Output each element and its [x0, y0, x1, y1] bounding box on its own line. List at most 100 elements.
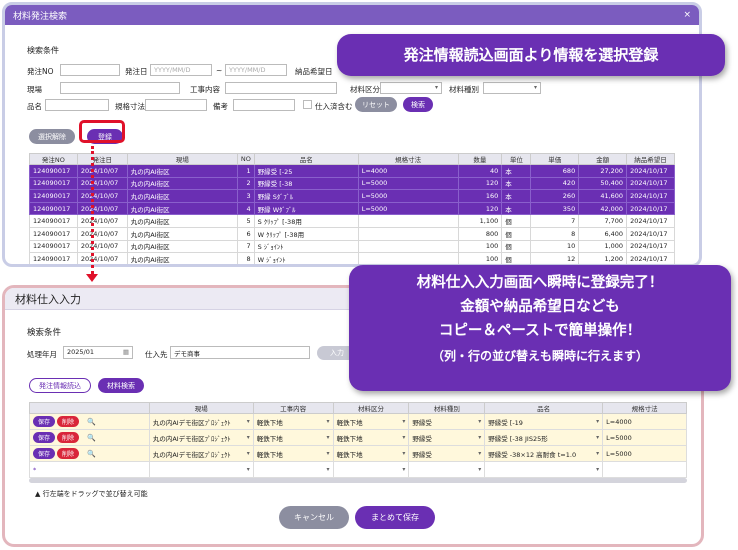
- table-cell[interactable]: 軽鉄下地: [252, 445, 334, 462]
- row-save-button[interactable]: 保存: [33, 416, 56, 427]
- table-row[interactable]: 124090017 2024/10/07 丸の内AI街区 5 S ｸﾘｯﾌﾟ [-38用…: [29, 214, 675, 228]
- table-cell: 120: [457, 201, 503, 216]
- table-cell[interactable]: 野縁受: [408, 413, 486, 430]
- column-header[interactable]: 品名: [484, 402, 604, 414]
- table-cell[interactable]: L=5000: [602, 445, 687, 462]
- material-search-button[interactable]: 材料検索: [98, 378, 144, 393]
- supplier-input[interactable]: デモ商事: [170, 346, 310, 359]
- spec-input[interactable]: [145, 99, 207, 111]
- table-cell[interactable]: 丸の内AIデモ街区ﾌﾟﾛｼﾞｪｸﾄ: [148, 445, 254, 462]
- table-cell: 2024/10/07: [76, 164, 128, 178]
- order-no-input[interactable]: [60, 64, 120, 76]
- site-input[interactable]: [60, 82, 180, 94]
- table-cell: 350: [530, 201, 580, 216]
- table-row[interactable]: 124090017 2024/10/07 丸の内AI街区 8 W ｼﾞｮｲﾝﾄ 100 個 1…: [29, 252, 675, 264]
- search-icon[interactable]: 🔍: [87, 418, 96, 426]
- table-cell: 2024/10/07: [76, 239, 128, 254]
- table-cell[interactable]: 軽鉄下地: [252, 413, 334, 430]
- column-header[interactable]: 材料種別: [408, 402, 486, 414]
- table-cell[interactable]: 丸の内AIデモ街区ﾌﾟﾛｼﾞｪｸﾄ: [148, 429, 254, 446]
- table-cell[interactable]: 軽鉄下地: [332, 429, 410, 446]
- table-cell[interactable]: [602, 461, 687, 478]
- table-cell: 2024/10/17: [626, 164, 675, 178]
- table-cell: 丸の内AI街区: [126, 201, 239, 216]
- table-cell[interactable]: *: [29, 461, 150, 478]
- column-header[interactable]: 材料区分: [332, 402, 410, 414]
- table-row[interactable]: 124090017 2024/10/07 丸の内AI街区 7 S ｼﾞｮｲﾝﾄ 100 個 1…: [29, 239, 675, 254]
- row-delete-button[interactable]: 削除: [57, 416, 80, 427]
- table-cell: 丸の内AI街区: [126, 176, 239, 191]
- save-all-button[interactable]: まとめて保存: [355, 506, 435, 529]
- search-icon[interactable]: 🔍: [87, 434, 96, 442]
- table-cell: 個: [501, 239, 532, 254]
- column-header[interactable]: 品名: [253, 153, 359, 165]
- remarks-input[interactable]: [233, 99, 295, 111]
- item-input[interactable]: [45, 99, 109, 111]
- row-delete-button[interactable]: 削除: [57, 448, 80, 459]
- table-cell[interactable]: L=4000: [602, 413, 687, 430]
- table-cell[interactable]: L=5000: [602, 429, 687, 446]
- material-type-select[interactable]: [483, 82, 541, 94]
- column-header[interactable]: 金額: [578, 153, 628, 165]
- cancel-button[interactable]: キャンセル: [279, 506, 349, 529]
- table-cell[interactable]: 軽鉄下地: [332, 445, 410, 462]
- row-actions: 保存 削除 🔍: [29, 429, 150, 446]
- row-save-button[interactable]: 保存: [33, 448, 56, 459]
- table-cell[interactable]: 軽鉄下地: [332, 413, 410, 430]
- table-cell[interactable]: 野縁受: [408, 429, 486, 446]
- deselect-button[interactable]: 選択解除: [29, 129, 75, 144]
- table-cell: 2024/10/07: [76, 252, 128, 264]
- table-cell[interactable]: [148, 461, 254, 478]
- table-row[interactable]: 124090017 2024/10/07 丸の内AI街区 6 W ｸﾘｯﾌﾟ [-38用…: [29, 226, 675, 241]
- table-row[interactable]: 124090017 2024/10/07 丸の内AI街区 1 野縁受 [-25 L=400…: [29, 164, 675, 178]
- table-row[interactable]: 124090017 2024/10/07 丸の内AI街区 3 野縁 Sﾀﾞﾌﾞﾙ L=50…: [29, 189, 675, 203]
- column-header[interactable]: [29, 402, 150, 414]
- table-row[interactable]: 124090017 2024/10/07 丸の内AI街区 2 野縁受 [-38 L=500…: [29, 176, 675, 191]
- column-header[interactable]: 納品希望日: [626, 153, 675, 165]
- column-header[interactable]: 発注日: [76, 153, 128, 165]
- close-icon[interactable]: ×: [683, 10, 691, 20]
- column-header[interactable]: 現場: [148, 402, 254, 414]
- column-header[interactable]: NO: [237, 153, 255, 165]
- column-header[interactable]: 規格寸法: [357, 153, 459, 165]
- material-category-select[interactable]: [380, 82, 442, 94]
- new-row[interactable]: *: [29, 461, 687, 478]
- load-order-info-button[interactable]: 発注情報読込: [29, 378, 91, 393]
- table-row[interactable]: 124090017 2024/10/07 丸の内AI街区 4 野縁 Wﾀﾞﾌﾞﾙ L=50…: [29, 201, 675, 216]
- horizontal-scrollbar[interactable]: [29, 478, 687, 483]
- table-cell[interactable]: 軽鉄下地: [252, 429, 334, 446]
- column-header[interactable]: 単価: [530, 153, 580, 165]
- search-button[interactable]: 検索: [403, 97, 433, 112]
- table-cell[interactable]: [332, 461, 410, 478]
- row-delete-button[interactable]: 削除: [57, 432, 80, 443]
- table-cell[interactable]: 野縁受 [-19: [484, 413, 604, 430]
- work-input[interactable]: [225, 82, 337, 94]
- column-header[interactable]: 工事内容: [252, 402, 334, 414]
- table-cell[interactable]: 丸の内AIデモ街区ﾌﾟﾛｼﾞｪｸﾄ: [148, 413, 254, 430]
- table-row[interactable]: 保存削除🔍丸の内AIデモ街区ﾌﾟﾛｼﾞｪｸﾄ軽鉄下地軽鉄下地野縁受野縁受 [-1…: [29, 413, 687, 430]
- column-header[interactable]: 規格寸法: [602, 402, 687, 414]
- column-header[interactable]: 発注NO: [29, 153, 78, 165]
- order-date-to-input[interactable]: YYYY/MM/D: [225, 64, 287, 76]
- row-save-button[interactable]: 保存: [33, 432, 56, 443]
- table-cell[interactable]: [408, 461, 486, 478]
- column-header[interactable]: 数量: [457, 153, 503, 165]
- table-cell[interactable]: 野縁受 [-38 JIS25形: [484, 429, 604, 446]
- month-input[interactable]: 2025/01 ▦: [63, 346, 133, 359]
- desired-date-label: 納品希望日: [295, 67, 333, 76]
- order-date-from-input[interactable]: YYYY/MM/D: [150, 64, 212, 76]
- table-cell: 丸の内AI街区: [126, 239, 239, 254]
- column-header[interactable]: 現場: [126, 153, 239, 165]
- column-header[interactable]: 単位: [501, 153, 532, 165]
- include-received-checkbox[interactable]: [303, 100, 312, 109]
- table-row[interactable]: 保存削除🔍丸の内AIデモ街区ﾌﾟﾛｼﾞｪｸﾄ軽鉄下地軽鉄下地野縁受野縁受 -38…: [29, 445, 687, 462]
- table-cell[interactable]: [484, 461, 604, 478]
- table-cell: 個: [501, 226, 532, 241]
- reset-button[interactable]: リセット: [355, 97, 397, 112]
- table-cell[interactable]: [252, 461, 334, 478]
- table-cell[interactable]: 野縁受: [408, 445, 486, 462]
- table-row[interactable]: 保存削除🔍丸の内AIデモ街区ﾌﾟﾛｼﾞｪｸﾄ軽鉄下地軽鉄下地野縁受野縁受 [-3…: [29, 429, 687, 446]
- calendar-icon[interactable]: ▦: [123, 348, 129, 356]
- search-icon[interactable]: 🔍: [87, 450, 96, 458]
- table-cell[interactable]: 野縁受 -38×12 高耐食 t=1.0: [484, 445, 604, 462]
